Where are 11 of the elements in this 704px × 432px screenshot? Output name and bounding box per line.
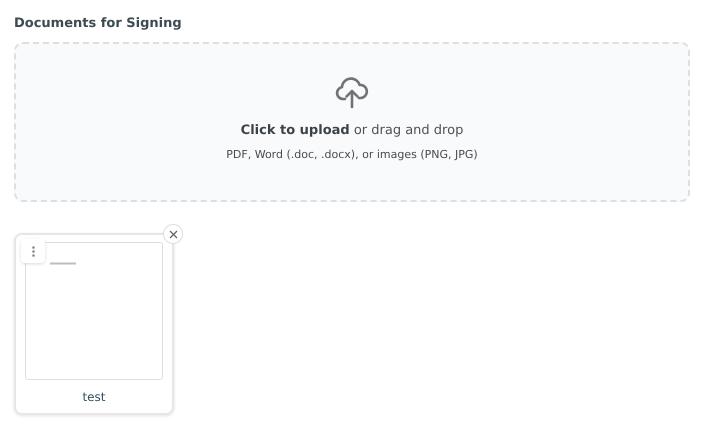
vertical-dots-icon	[32, 246, 34, 256]
document-name: test	[82, 390, 106, 404]
document-card[interactable]: test	[14, 233, 174, 415]
file-types-hint: PDF, Word (.doc, .docx), or images (PNG, JPG)	[226, 148, 478, 161]
text-snippet-drawing	[50, 262, 76, 265]
remove-button[interactable]	[163, 224, 183, 244]
close-icon	[168, 230, 178, 238]
more-options-button[interactable]	[21, 239, 45, 263]
upload-prompt: Click to upload or drag and drop	[240, 123, 464, 138]
upload-dropzone[interactable]: Click to upload or drag and drop PDF, Word (.doc, .docx), or images (PNG, JPG)	[14, 42, 690, 202]
section-title: Documents for Signing	[14, 15, 183, 33]
